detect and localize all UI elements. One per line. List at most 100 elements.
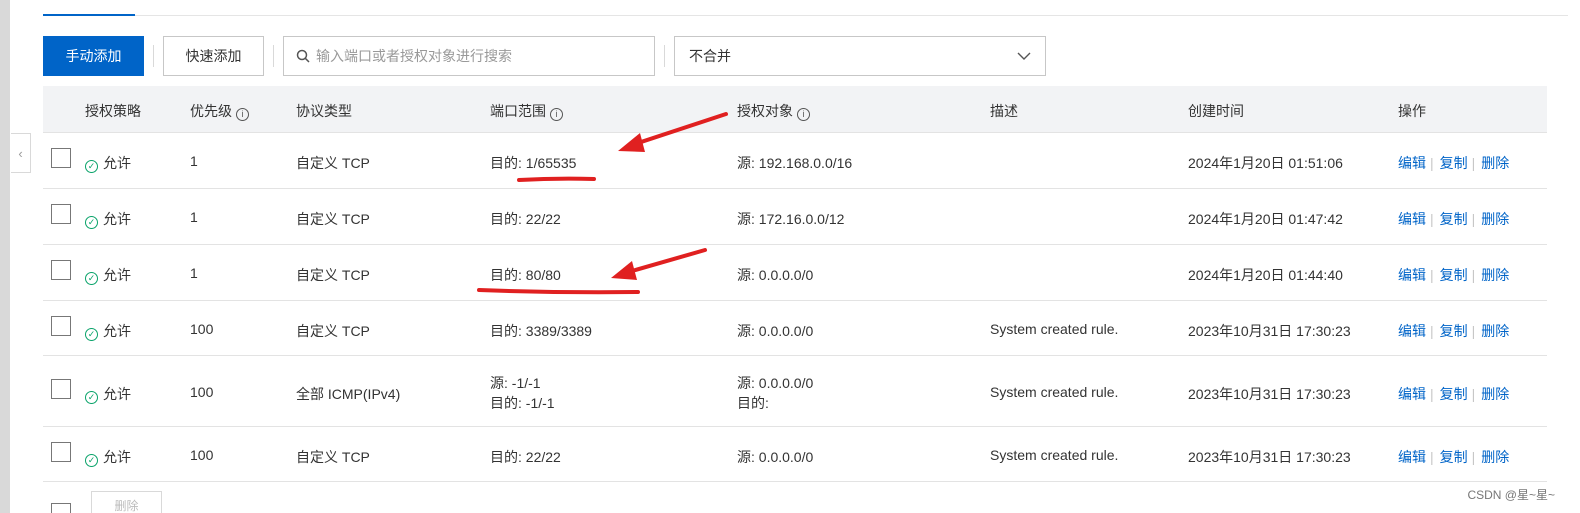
delete-link[interactable]: 删除	[1481, 267, 1509, 283]
batch-delete-button[interactable]: 删除	[91, 491, 162, 513]
edit-link[interactable]: 编辑	[1398, 267, 1426, 283]
row-checkbox[interactable]	[51, 441, 71, 462]
auth-object-line: 源: 0.0.0.0/0	[737, 267, 814, 283]
copy-link[interactable]: 复制	[1440, 155, 1468, 171]
top-tab-bar	[43, 0, 1568, 16]
created-time-cell: 2023年10月31日 17:30:23	[1188, 322, 1351, 339]
policy-cell: ✓ 允许	[85, 384, 131, 404]
column-header-actions: 操作	[1398, 103, 1426, 119]
edit-link[interactable]: 编辑	[1398, 211, 1426, 227]
delete-link[interactable]: 删除	[1481, 449, 1509, 465]
toolbar-divider	[153, 45, 154, 67]
auth-object-cell: 源: 0.0.0.0/0	[737, 447, 813, 467]
port-range-cell: 目的: 22/22	[490, 447, 561, 467]
copy-link[interactable]: 复制	[1440, 211, 1468, 227]
policy-cell: ✓ 允许	[85, 209, 131, 229]
edit-link[interactable]: 编辑	[1398, 449, 1426, 465]
port-range-cell: 目的: 3389/3389	[490, 321, 592, 341]
edit-link[interactable]: 编辑	[1398, 386, 1426, 402]
action-divider: |	[1471, 211, 1476, 227]
delete-link[interactable]: 删除	[1481, 386, 1509, 402]
protocol-cell: 自定义 TCP	[296, 211, 370, 227]
copy-link[interactable]: 复制	[1440, 323, 1468, 339]
check-circle-icon: ✓	[85, 160, 98, 173]
copy-link[interactable]: 复制	[1440, 267, 1468, 283]
port-range-cell: 源: -1/-1 目的: -1/-1	[490, 373, 555, 413]
port-range-cell: 目的: 80/80	[490, 265, 561, 285]
row-checkbox[interactable]	[51, 260, 71, 280]
protocol-cell: 自定义 TCP	[296, 322, 370, 339]
action-divider: |	[1471, 267, 1476, 283]
copy-link[interactable]: 复制	[1440, 386, 1468, 402]
protocol-cell: 全部 ICMP(IPv4)	[296, 385, 401, 402]
action-divider: |	[1430, 211, 1434, 227]
auth-object-line: 源: 192.168.0.0/16	[737, 155, 853, 171]
created-time-cell: 2024年1月20日 01:44:40	[1188, 267, 1343, 283]
auth-object-line: 源: 0.0.0.0/0	[737, 322, 814, 339]
chevron-down-icon	[1017, 52, 1031, 60]
active-tab-indicator	[43, 14, 135, 16]
action-divider: |	[1471, 155, 1476, 171]
check-circle-icon: ✓	[85, 216, 98, 229]
auth-object-line: 源: 172.16.0.0/12	[737, 211, 845, 227]
info-icon[interactable]: i	[236, 108, 249, 121]
actions-cell: 编辑 | 复制 | 删除	[1398, 321, 1509, 341]
policy-label: 允许	[103, 448, 131, 465]
auth-object-cell: 源: 0.0.0.0/0	[737, 321, 813, 341]
column-header-protocol: 协议类型	[296, 103, 352, 119]
check-circle-icon: ✓	[85, 390, 98, 404]
column-header-auth-object: 授权对象 i	[737, 101, 810, 121]
priority-cell: 1	[190, 209, 198, 225]
row-checkbox[interactable]	[51, 204, 71, 224]
chevron-left-icon: ‹	[18, 145, 23, 161]
table-row: ✓ 允许 100 自定义 TCP 目的: 22/22 源: 0.0.0.0/0 System…	[43, 427, 1547, 482]
action-divider: |	[1430, 322, 1434, 339]
port-range-line: 目的: 3389/3389	[490, 322, 592, 339]
search-input[interactable]	[316, 38, 646, 74]
protocol-cell: 自定义 TCP	[296, 267, 370, 283]
policy-label: 允许	[103, 211, 131, 227]
merge-select[interactable]: 不合并	[674, 36, 1046, 76]
table-row: ✓ 允许 100 全部 ICMP(IPv4) 源: -1/-1 目的: -1/-1 源: 0…	[43, 356, 1547, 427]
delete-link[interactable]: 删除	[1481, 323, 1509, 339]
select-all-checkbox[interactable]	[51, 503, 71, 513]
manual-add-button[interactable]: 手动添加	[43, 36, 144, 76]
check-circle-icon: ✓	[85, 453, 98, 467]
delete-link[interactable]: 删除	[1481, 155, 1509, 171]
info-icon[interactable]: i	[550, 108, 563, 121]
policy-cell: ✓ 允许	[85, 265, 131, 285]
quick-add-button[interactable]: 快速添加	[163, 36, 264, 76]
protocol-cell: 自定义 TCP	[296, 155, 370, 171]
actions-cell: 编辑 | 复制 | 删除	[1398, 153, 1509, 173]
policy-label: 允许	[103, 155, 131, 171]
watermark: CSDN @星~星~	[1467, 488, 1555, 502]
edit-link[interactable]: 编辑	[1398, 155, 1426, 171]
check-circle-icon: ✓	[85, 327, 98, 341]
row-checkbox[interactable]	[51, 378, 71, 399]
created-time-cell: 2024年1月20日 01:51:06	[1188, 155, 1343, 171]
policy-cell: ✓ 允许	[85, 153, 131, 173]
column-header-created: 创建时间	[1188, 103, 1244, 119]
auth-object-line: 源: 0.0.0.0/0	[737, 448, 814, 465]
port-range-line: 目的: 80/80	[490, 267, 561, 283]
row-checkbox[interactable]	[51, 148, 71, 168]
table-row: ✓ 允许 100 自定义 TCP 目的: 3389/3389 源: 0.0.0.0/0 Sy…	[43, 301, 1547, 356]
delete-link[interactable]: 删除	[1481, 211, 1509, 227]
actions-cell: 编辑 | 复制 | 删除	[1398, 384, 1509, 404]
copy-link[interactable]: 复制	[1440, 449, 1468, 465]
protocol-cell: 自定义 TCP	[296, 448, 370, 465]
info-icon[interactable]: i	[797, 108, 810, 121]
edit-link[interactable]: 编辑	[1398, 323, 1426, 339]
port-range-cell: 目的: 1/65535	[490, 153, 576, 173]
collapse-sidebar-button[interactable]: ‹	[11, 133, 31, 173]
toolbar-divider	[273, 45, 274, 67]
search-field[interactable]	[283, 36, 655, 76]
row-checkbox[interactable]	[51, 315, 71, 336]
port-range-line: 源: -1/-1	[490, 374, 541, 391]
priority-cell: 100	[190, 446, 214, 463]
priority-cell: 100	[190, 320, 214, 337]
description-cell: System created rule.	[990, 320, 1119, 337]
column-header-policy: 授权策略	[85, 103, 141, 119]
column-header-description: 描述	[990, 103, 1018, 119]
toolbar-divider	[664, 45, 665, 67]
